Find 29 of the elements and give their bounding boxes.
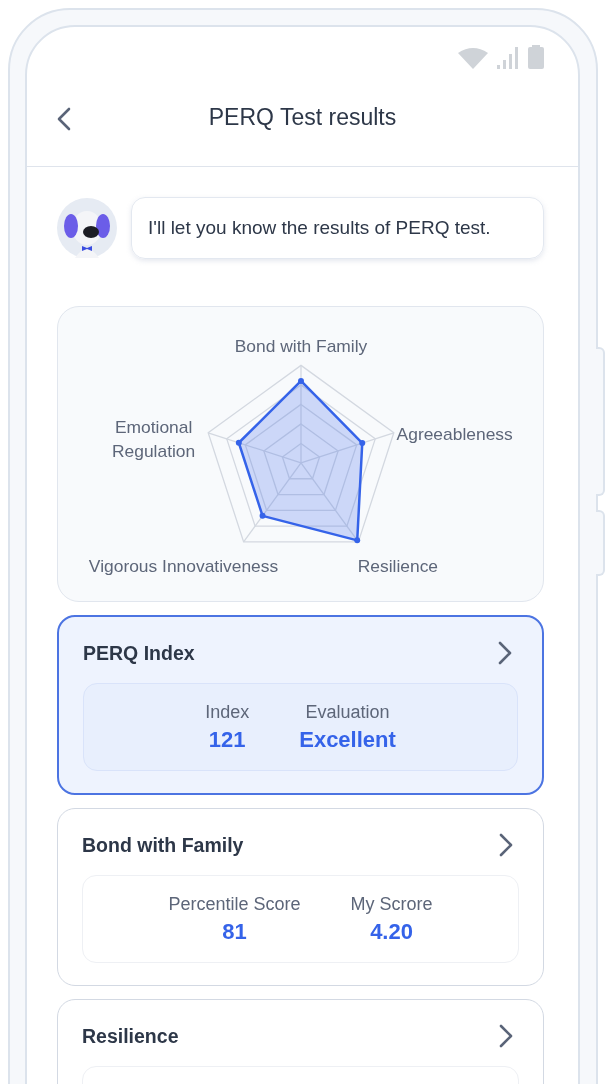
axis-label: Bond with Family [234, 336, 368, 357]
card-title: Resilience [82, 1024, 179, 1048]
axis-label: Vigorous Innovativeness [88, 555, 279, 576]
back-button[interactable] [57, 107, 71, 131]
page-title: PERQ Test results [208, 104, 397, 131]
stat-value: 81 [222, 918, 247, 945]
dog-avatar-icon [57, 198, 117, 258]
result-card[interactable]: PERQ Index Index 121 Evaluation Excellent [57, 615, 544, 795]
chevron-right-icon [499, 1024, 513, 1048]
stat-label: Percentile Score [168, 893, 301, 915]
stat-label: My Scrore [350, 893, 433, 915]
stat-label: Evaluation [305, 701, 390, 723]
axis-label: Resilience [357, 555, 439, 576]
result-card[interactable]: Resilience [57, 999, 544, 1084]
chevron-right-icon [499, 833, 513, 857]
signal-icon [496, 47, 520, 69]
stat-value: 121 [208, 726, 246, 753]
result-card[interactable]: Bond with Family Percentile Score 81 My Scrore 4.20 [57, 808, 544, 986]
axis-label: Agreeableness [396, 424, 513, 445]
stat-value: Excellent [299, 726, 396, 753]
card-title: Bond with Family [82, 833, 244, 857]
stat-label: Index [205, 701, 250, 723]
stat-value: 4.20 [370, 918, 413, 945]
battery-icon [528, 45, 544, 69]
message-bubble: I'll let you know the results of PERQ test. [131, 197, 544, 259]
wifi-icon [458, 47, 488, 69]
chevron-right-icon [498, 641, 512, 665]
axis-label: Emotional Regulation [112, 417, 196, 461]
card-title: PERQ Index [83, 641, 195, 665]
